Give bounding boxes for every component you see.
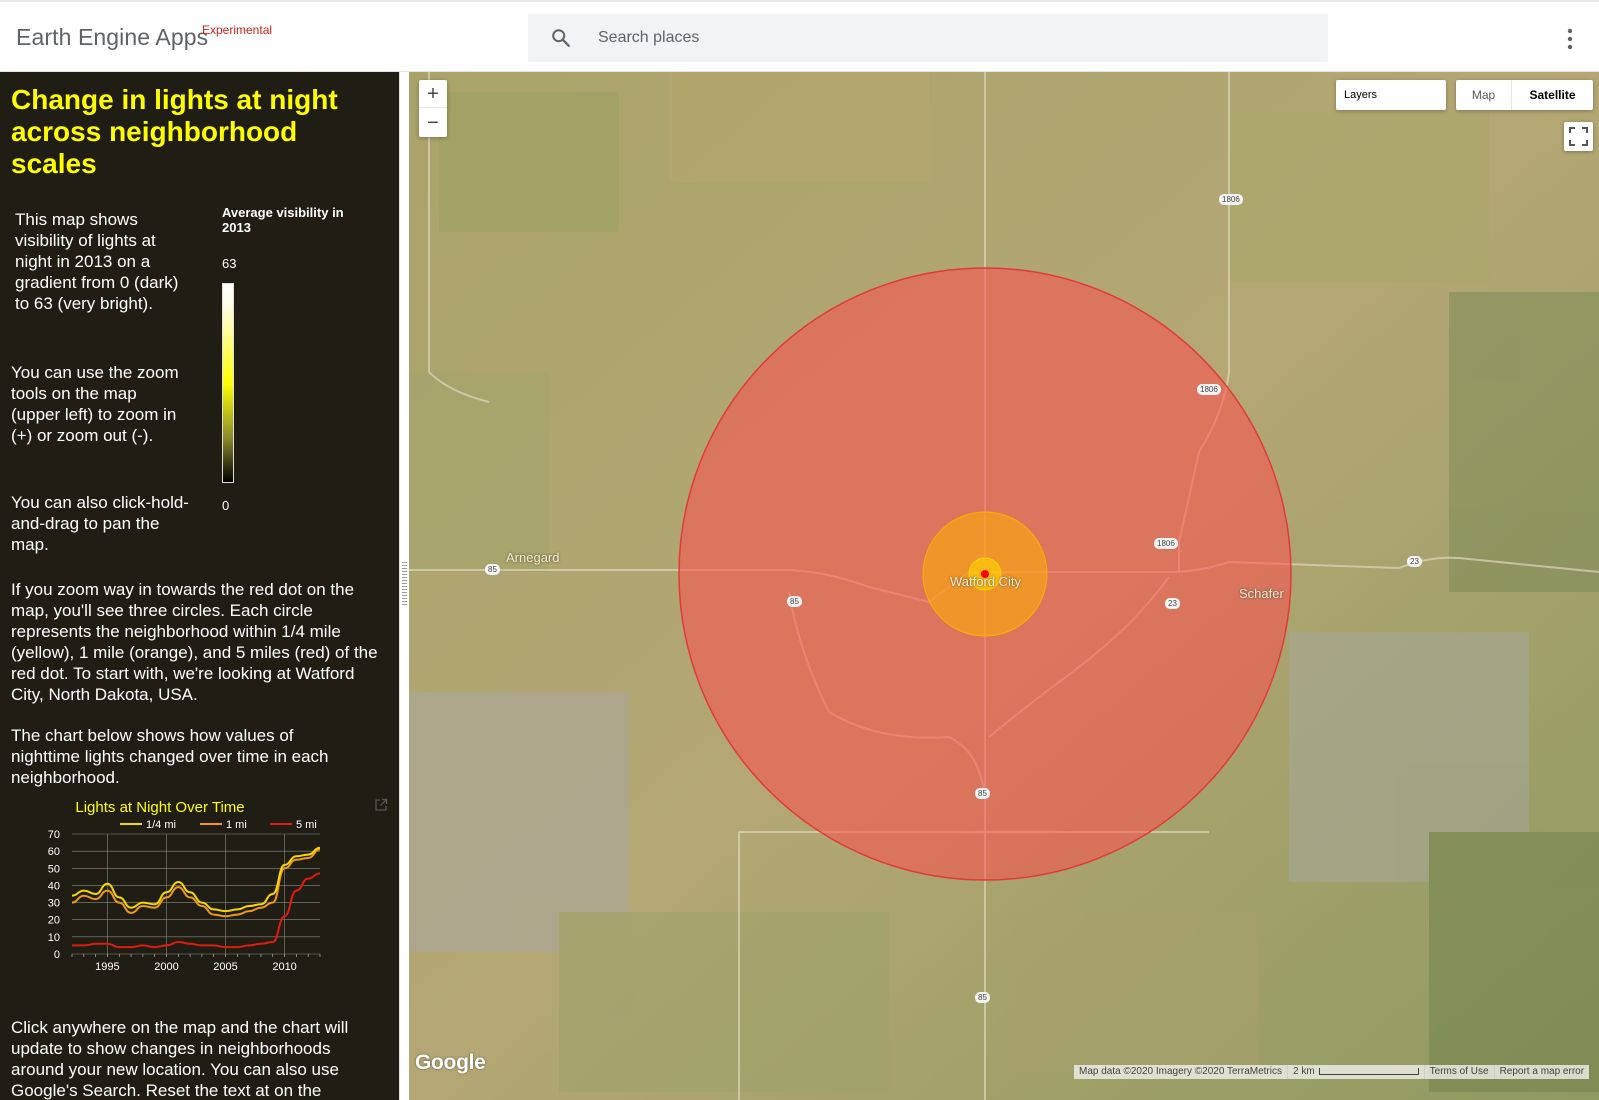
zoom-in-button[interactable]: + [419, 80, 447, 108]
intro-text: This map shows visibility of lights at n… [15, 210, 179, 313]
y-tick-label: 60 [48, 846, 60, 858]
panel-title: Change in lights at night across neighbo… [11, 84, 338, 179]
scale-label: 2 km [1288, 1065, 1425, 1079]
x-tick-label: 1995 [95, 961, 119, 973]
legend-min-label: 0 [222, 498, 230, 513]
side-panel[interactable]: Change in lights at night across neighbo… [0, 72, 399, 1100]
search-input[interactable] [598, 14, 1298, 62]
y-tick-label: 50 [48, 863, 60, 875]
y-tick-label: 20 [48, 915, 60, 927]
route-shield: 23 [1407, 556, 1422, 567]
route-shield: 85 [485, 564, 500, 575]
y-tick-label: 10 [48, 932, 60, 944]
more-vert-icon[interactable] [1567, 28, 1573, 50]
y-tick-label: 0 [54, 949, 60, 961]
place-label-arnegard: Arnegard [506, 550, 560, 565]
zoom-out-button[interactable]: − [419, 109, 447, 137]
google-logo: Google [415, 1051, 486, 1074]
map-type-satellite-button[interactable]: Satellite [1512, 80, 1593, 110]
map-attribution: Map data ©2020 Imagery ©2020 TerraMetric… [1074, 1065, 1590, 1079]
lights-chart[interactable]: Lights at Night Over Time 1/4 mi 1 mi 5 mi 0… [0, 794, 399, 1004]
app-header: Earth Engine Apps Experimental [0, 0, 1599, 72]
y-tick-label: 40 [48, 880, 60, 892]
terms-link[interactable]: Terms of Use [1425, 1065, 1495, 1079]
x-tick-label: 2010 [272, 961, 296, 973]
chart-canvas: Lights at Night Over Time 1/4 mi 1 mi 5 mi 0… [48, 799, 321, 973]
legend-color-bar [222, 283, 234, 483]
place-label-schafer: Schafer [1239, 586, 1284, 601]
click-help-text: Click anywhere on the map and the chart … [11, 1018, 349, 1100]
x-tick-label: 2000 [154, 961, 178, 973]
pan-help-text: You can also click-hold-and-drag to pan … [11, 493, 189, 554]
app-title[interactable]: Earth Engine Apps [16, 24, 208, 51]
circles-help-text: If you zoom way in towards the red dot o… [11, 580, 378, 704]
legend-title: Average visibility in 2013 [222, 205, 344, 235]
open-in-new-icon[interactable] [374, 798, 388, 812]
experimental-badge: Experimental [202, 23, 273, 37]
map-canvas[interactable]: Arnegard Watford City Schafer 1806 1806 … [409, 72, 1599, 1100]
fullscreen-icon [1569, 127, 1588, 146]
route-shield: 23 [1165, 598, 1180, 609]
scale-bar [1318, 1067, 1419, 1075]
legend-max-label: 63 [222, 256, 237, 271]
y-tick-label: 30 [48, 898, 60, 910]
map-type-map-button[interactable]: Map [1456, 80, 1512, 110]
legend-label: 1/4 mi [146, 819, 176, 831]
chart-title: Lights at Night Over Time [75, 799, 244, 816]
x-tick-label: 2005 [213, 961, 237, 973]
y-tick-label: 70 [48, 829, 60, 841]
route-shield: 85 [975, 992, 990, 1003]
search-box[interactable] [528, 14, 1328, 62]
splitter-grip-icon[interactable] [402, 562, 407, 606]
attribution-data: Map data ©2020 Imagery ©2020 TerraMetric… [1074, 1065, 1288, 1079]
zoom-control: + − [419, 80, 447, 137]
report-error-link[interactable]: Report a map error [1495, 1065, 1589, 1079]
chart-help-text: The chart below shows how values of nigh… [11, 726, 329, 787]
fullscreen-button[interactable] [1564, 122, 1593, 151]
route-shield: 1806 [1154, 538, 1178, 549]
route-shield: 85 [787, 596, 802, 607]
map-type-control: Map Satellite [1456, 80, 1593, 110]
scale-text: 2 km [1292, 1066, 1315, 1077]
legend-label: 5 mi [296, 819, 317, 831]
zoom-help-text: You can use the zoom tools on the map (u… [11, 363, 179, 445]
search-icon[interactable] [550, 27, 572, 49]
route-shield: 1806 [1219, 194, 1243, 205]
route-shield: 85 [975, 788, 990, 799]
route-shield: 1806 [1197, 384, 1221, 395]
layers-button[interactable]: Layers [1336, 80, 1446, 110]
legend-label: 1 mi [226, 819, 247, 831]
series-line-1-mi [71, 848, 321, 918]
panel-splitter[interactable] [399, 72, 409, 1100]
place-label-watford-city: Watford City [950, 574, 1022, 589]
